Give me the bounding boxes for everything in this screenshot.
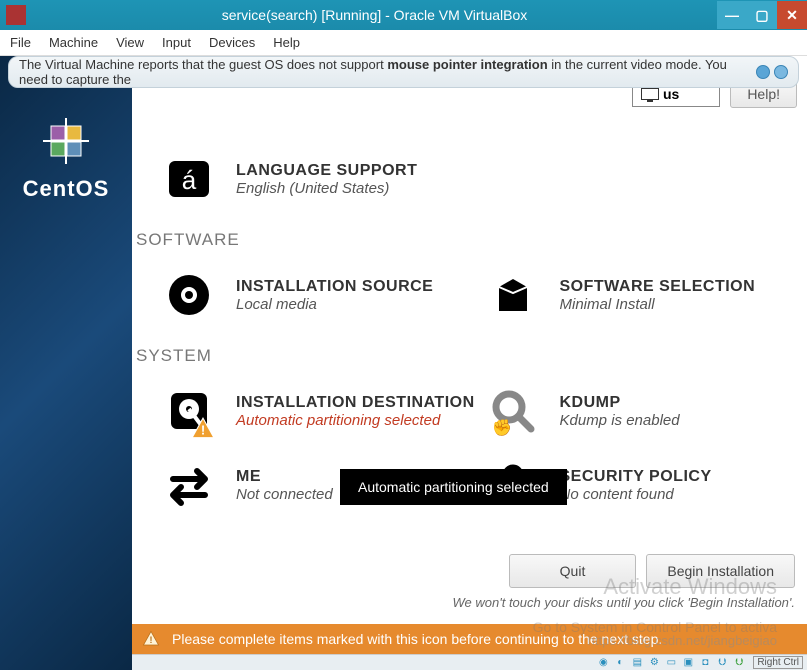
virtualbox-icon xyxy=(6,5,26,25)
minimize-button[interactable]: — xyxy=(717,1,747,29)
menu-machine[interactable]: Machine xyxy=(49,35,98,50)
notification-bold: mouse pointer integration xyxy=(387,57,547,72)
disc-icon xyxy=(160,266,218,324)
content-area: The Virtual Machine reports that the gue… xyxy=(0,56,807,670)
menu-bar: File Machine View Input Devices Help xyxy=(0,30,807,56)
software-selection-item[interactable]: SOFTWARE SELECTION Minimal Install xyxy=(484,262,807,328)
notification-prefix: The Virtual Machine reports that the gue… xyxy=(19,57,387,72)
kdump-title: KDUMP xyxy=(560,394,680,412)
warning-icon: ! xyxy=(142,630,160,648)
notification-info-icon[interactable] xyxy=(774,65,788,79)
warning-triangle-icon: ! xyxy=(190,416,216,442)
network-icon xyxy=(160,456,218,514)
notification-text: The Virtual Machine reports that the gue… xyxy=(19,57,756,87)
window-buttons: — ▢ ✕ xyxy=(717,1,807,29)
cursor-icon: ✊ xyxy=(492,418,512,438)
security-title: SECURITY POLICY xyxy=(560,468,712,486)
url-watermark: https://blog.csdn.net/jiangbeigiao xyxy=(588,633,777,648)
status-disc-icon[interactable]: ◉ xyxy=(596,657,610,669)
install-dest-sub: Automatic partitioning selected xyxy=(236,412,475,429)
installer-main: us Help! á LANGUAGE SUPPORT English (Uni… xyxy=(132,56,807,670)
status-rec-icon[interactable]: ◘ xyxy=(698,657,712,669)
language-icon: á xyxy=(160,150,218,208)
notification-buttons xyxy=(756,65,788,79)
vm-status-bar: ◉ ◐ ▤ ⚙ ▭ ▣ ◘ ⮋ ⮋ Right Ctrl xyxy=(132,654,807,670)
kdump-sub: Kdump is enabled xyxy=(560,412,680,429)
software-section-header: SOFTWARE xyxy=(136,230,807,250)
menu-input[interactable]: Input xyxy=(162,35,191,50)
menu-file[interactable]: File xyxy=(10,35,31,50)
install-source-title: INSTALLATION SOURCE xyxy=(236,278,433,296)
language-sub: English (United States) xyxy=(236,180,417,197)
kdump-item[interactable]: KDUMP Kdump is enabled xyxy=(484,378,807,444)
svg-text:!: ! xyxy=(150,635,153,645)
sidebar: CentOS xyxy=(0,56,132,670)
host-key-indicator[interactable]: Right Ctrl xyxy=(753,656,803,669)
package-icon xyxy=(484,266,542,324)
tooltip: Automatic partitioning selected xyxy=(340,469,567,505)
security-sub: No content found xyxy=(560,486,712,503)
menu-view[interactable]: View xyxy=(116,35,144,50)
install-source-sub: Local media xyxy=(236,296,433,313)
vm-notification: The Virtual Machine reports that the gue… xyxy=(8,56,799,88)
notification-close-icon[interactable] xyxy=(756,65,770,79)
software-sel-title: SOFTWARE SELECTION xyxy=(560,278,756,296)
status-shared-icon[interactable]: ▭ xyxy=(664,657,678,669)
status-display-icon[interactable]: ▣ xyxy=(681,657,695,669)
status-net-icon[interactable]: ▤ xyxy=(630,657,644,669)
installation-destination-item[interactable]: ! INSTALLATION DESTINATION Automatic par… xyxy=(160,378,484,444)
svg-text:!: ! xyxy=(201,422,205,437)
installer-sections: á LANGUAGE SUPPORT English (United State… xyxy=(132,56,807,518)
menu-devices[interactable]: Devices xyxy=(209,35,255,50)
network-title: ME xyxy=(236,468,333,486)
centos-logo-icon xyxy=(41,116,91,166)
software-sel-sub: Minimal Install xyxy=(560,296,756,313)
activate-watermark: Activate Windows xyxy=(603,574,777,600)
status-mouse-icon[interactable]: ⮋ xyxy=(715,657,729,669)
menu-help[interactable]: Help xyxy=(273,35,300,50)
language-title: LANGUAGE SUPPORT xyxy=(236,162,417,180)
system-section-header: SYSTEM xyxy=(136,346,807,366)
network-sub: Not connected xyxy=(236,486,333,503)
install-dest-title: INSTALLATION DESTINATION xyxy=(236,394,475,412)
status-hd-icon[interactable]: ◐ xyxy=(613,657,627,669)
status-usb-icon[interactable]: ⚙ xyxy=(647,657,661,669)
window-title-bar: service(search) [Running] - Oracle VM Vi… xyxy=(0,0,807,30)
window-title: service(search) [Running] - Oracle VM Vi… xyxy=(32,7,717,23)
svg-text:á: á xyxy=(182,165,197,195)
status-key-icon[interactable]: ⮋ xyxy=(732,657,746,669)
keyboard-icon xyxy=(641,88,659,100)
centos-brand: CentOS xyxy=(23,176,110,202)
maximize-button[interactable]: ▢ xyxy=(747,1,777,29)
language-support-item[interactable]: á LANGUAGE SUPPORT English (United State… xyxy=(160,146,530,212)
layout-label: us xyxy=(663,86,679,102)
installation-source-item[interactable]: INSTALLATION SOURCE Local media xyxy=(160,262,484,328)
close-button[interactable]: ✕ xyxy=(777,1,807,29)
